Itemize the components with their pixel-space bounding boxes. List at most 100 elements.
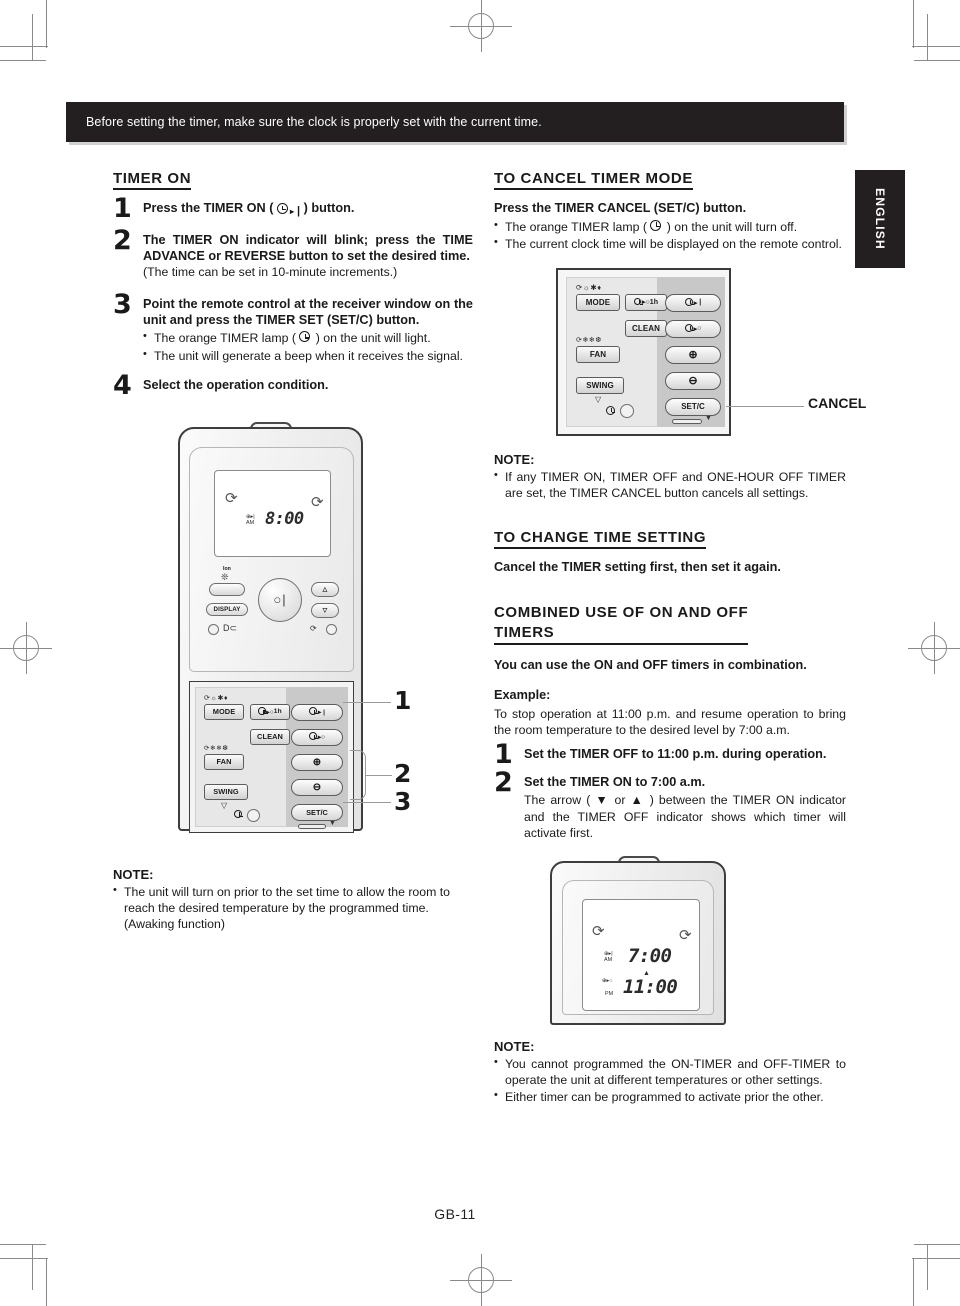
combined-step-2: 2 Set the TIMER ON to 7:00 a.m. The arro… [494,769,846,841]
display-button[interactable]: DISPLAY [206,602,248,616]
time-advance-button[interactable]: ⊕ [291,753,343,771]
bullet-pre: The orange TIMER lamp ( [505,219,647,234]
fan-button[interactable]: FAN [204,753,244,770]
example-label: Example: [494,688,551,703]
clock-glyph [633,297,643,307]
callout-bracket-2 [350,749,366,800]
registration-mark-right [908,622,960,674]
registration-mark-bottom [450,1254,512,1306]
remote-shell: ⟳ ⟳ ⊕▸| AM 8:00 Ion ❊ DISPLAY ○| △ ▽ D⊂ … [178,426,363,833]
step-number: 2 [113,224,132,256]
mode-icons-row: ⟳☼✱♦ [576,282,602,292]
left-note-block: NOTE: The unit will turn on prior to the… [113,867,473,932]
remote-control-diagram-small: ⟳☼✱♦ MODE ▸○ 1h CLEAN ⟳❄❄❆ FAN SWING ▽ ▸… [556,267,866,436]
note-title: NOTE: [113,866,154,882]
remote-upper-panel: ⟳ ⟳ ⊕▸| AM 8:00 Ion ❊ DISPLAY ○| △ ▽ D⊂ … [189,446,354,672]
temp-up-button[interactable]: △ [311,581,339,597]
step-number: 4 [113,369,132,401]
note-title: NOTE: [494,451,535,467]
lcd-timer-off-label: ⊕▸○ [602,978,613,985]
power-button[interactable]: ○| [258,577,302,622]
bullet-post: ) on the unit will turn off. [666,219,798,234]
timer-on-glyph: ▸ | [276,203,300,219]
swirl-icon-right: ⟳ [679,927,692,945]
callout-number-3: 3 [394,786,412,816]
timer-indicator-ring [620,403,634,418]
set-cancel-button[interactable]: SET/C [291,803,343,821]
timer-on-heading: TIMER ON [113,170,192,190]
reset-slider[interactable] [298,823,326,829]
remote-control-diagram-large: ⟳ ⟳ ⊕▸| AM 8:00 Ion ❊ DISPLAY ○| △ ▽ D⊂ … [178,419,411,839]
timer-on-button[interactable]: ▸ | [665,293,721,312]
set-cancel-button[interactable]: SET/C [665,397,721,416]
step-number: 2 [494,767,513,799]
one-hour-off-timer-button[interactable]: ▸○ 1h [625,293,667,311]
change-time-lead: Cancel the TIMER setting first, then set… [494,559,781,574]
step-text-pre: Press the TIMER ON ( [143,201,274,215]
timer-lamp-icon [606,405,616,416]
language-tab-label: ENGLISH [873,188,887,250]
right-note-2-bullets: You cannot programmed the ON-TIMER and O… [494,1055,846,1105]
one-hour-off-timer-button[interactable]: ▸○ 1h [250,703,290,720]
time-reverse-button[interactable]: ⊖ [665,371,721,390]
reset-slider[interactable] [672,418,702,424]
small-round-button-left[interactable] [208,623,219,635]
lcd-time-value: 8:00 [265,508,304,529]
clock-glyph [684,323,695,334]
mode-icons-row: ⟳☼✱♦ [204,694,229,702]
step-text: Point the remote control at the receiver… [143,297,473,328]
timer-off-button[interactable]: ▸ ○ [665,319,721,338]
swing-button[interactable]: SWING [576,376,624,394]
callout-line-1 [343,701,391,703]
time-advance-button[interactable]: ⊕ [665,345,721,364]
bullet-item: Either timer can be programmed to activa… [494,1088,846,1105]
arrow-up-icon: ▲ [630,793,645,808]
ion-button[interactable] [209,582,245,596]
temp-down-button[interactable]: ▽ [311,602,339,618]
time-reverse-button[interactable]: ⊖ [291,778,343,796]
fan-icons-row: ⟳❄❄❆ [204,744,229,752]
timer-off-button[interactable]: ▸ ○ [291,728,343,746]
left-note-bullets: The unit will turn on prior to the set t… [113,883,473,932]
right-note-1-bullets: If any TIMER ON, TIMER OFF and ONE-HOUR … [494,468,846,501]
clock-glyph [299,331,312,344]
lcd-timer-on-time: 7:00 [628,945,672,968]
slider-arrow-icon: ▼ [705,414,712,422]
step-body-pre: The arrow ( [524,793,591,808]
remote-control-lcd-diagram: ⟳ ⟳ ⊕▸| AM 7:00 ▲ ⊕▸○ PM 11:00 [550,855,726,1026]
page-number: GB-11 [434,1206,476,1222]
step-2: 2 The TIMER ON indicator will blink; pre… [113,227,473,281]
mode-button[interactable]: MODE [204,703,244,720]
bullet-item: The orange TIMER lamp ( ) on the unit wi… [143,329,473,346]
clock-glyph [308,732,319,742]
combined-use-section: COMBINED USE OF ON AND OFF TIMERS You ca… [494,603,846,841]
bullet-pre: The orange TIMER lamp ( [154,331,296,346]
lcd-screen: ⟳ ⟳ ⊕▸| AM 7:00 ▲ ⊕▸○ PM 11:00 [582,899,700,1012]
swirl-icon-left: ⟳ [592,923,605,941]
page-content: Before setting the timer, make sure the … [66,98,905,1222]
cancel-callout-label: CANCEL [808,394,867,411]
fan-icons-row: ⟳❄❄❆ [576,336,602,344]
bullet-item: The unit will generate a beep when it re… [143,347,473,364]
bullet-item: The orange TIMER lamp ( ) on the unit wi… [494,217,846,235]
arrow-down-icon: ▼ [595,793,610,808]
clean-button[interactable]: CLEAN [625,319,667,337]
slider-arrow-icon: ▼ [329,819,336,827]
combined-use-heading: COMBINED USE OF ON AND OFF TIMERS [494,603,749,645]
remote-lower-panel: ⟳☼✱♦ MODE ▸○ 1h CLEAN ⟳❄❄❆ FAN SWING ▽ ▸… [189,680,354,833]
clock-glyph [258,707,268,716]
cancel-timer-lead: Press the TIMER CANCEL (SET/C) button. [494,201,747,215]
clean-button[interactable]: CLEAN [250,728,290,745]
step-3-bullets: The orange TIMER lamp ( ) on the unit wi… [143,329,473,364]
swing-button[interactable]: SWING [204,783,248,800]
mode-button[interactable]: MODE [576,293,620,311]
remote-lcd-shell: ⟳ ⟳ ⊕▸| AM 7:00 ▲ ⊕▸○ PM 11:00 [550,861,726,1026]
lcd-timer-off-ampm: PM [605,991,614,998]
small-round-button-right[interactable] [326,623,337,635]
fan-button[interactable]: FAN [576,345,620,363]
timer-on-button[interactable]: ▸ | [291,703,343,721]
lcd-timer-off-time: 11:00 [623,976,678,999]
bullet-item: The unit will turn on prior to the set t… [113,883,473,932]
step-text: The TIMER ON indicator will blink; press… [143,232,473,264]
display-mode-icon: D⊂ [223,622,238,633]
